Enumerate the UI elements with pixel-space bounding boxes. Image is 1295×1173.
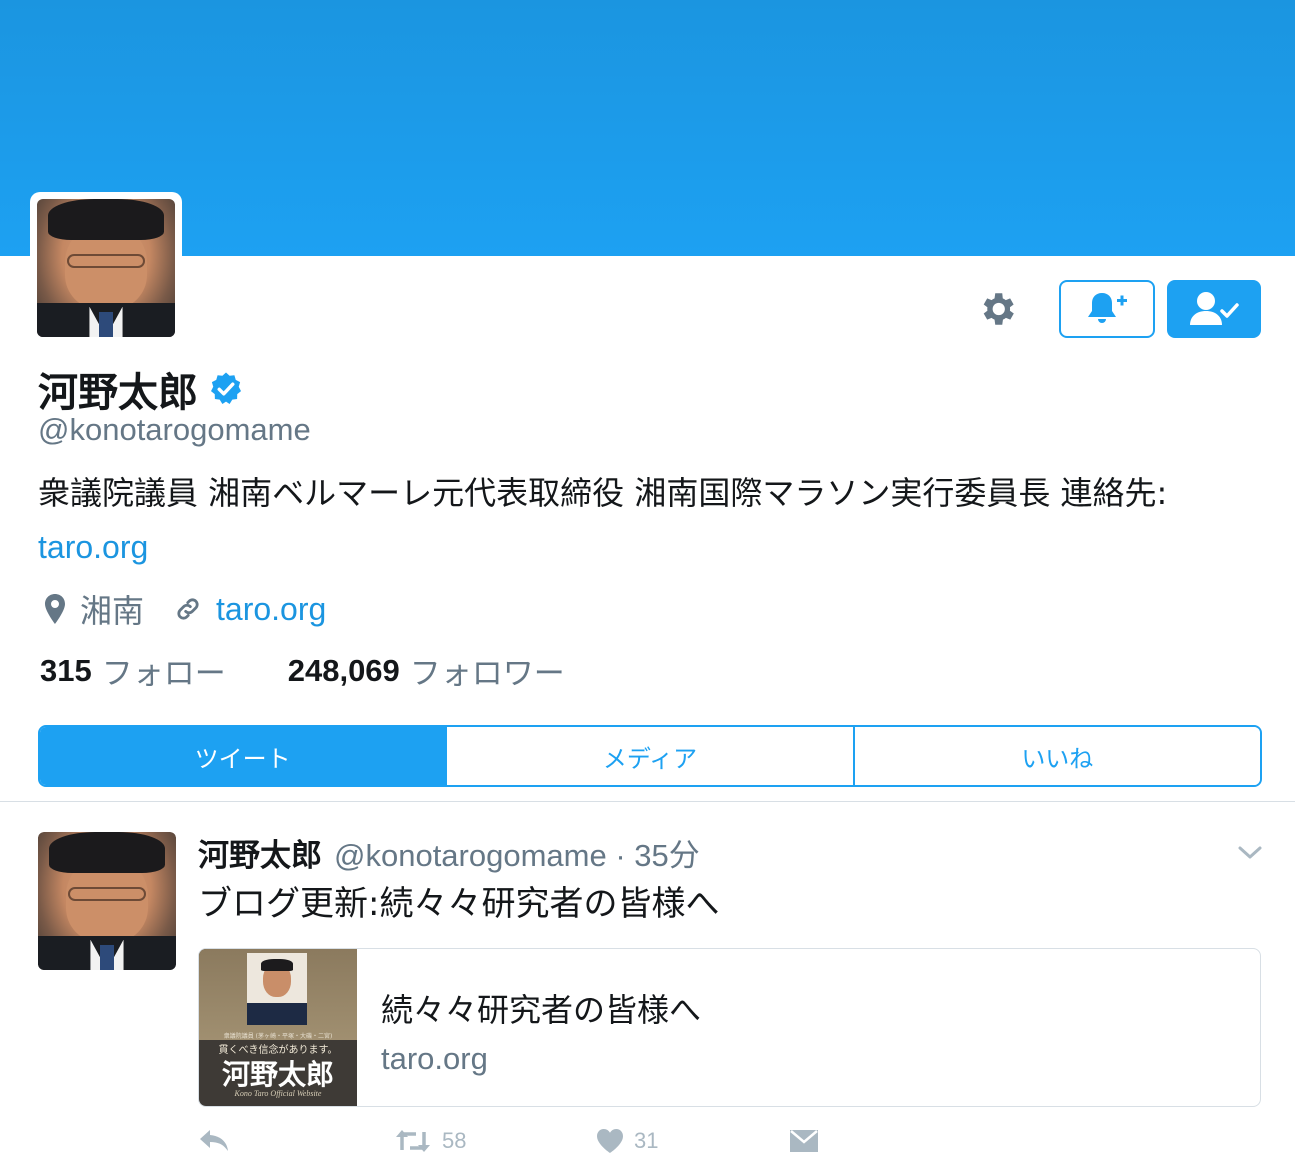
tab-likes[interactable]: いいね <box>854 727 1260 785</box>
chevron-down-icon[interactable] <box>1237 842 1263 862</box>
profile-bio: 衆議院議員 湘南ベルマーレ元代表取締役 湘南国際マラソン実行委員長 連絡先: t… <box>38 466 1258 574</box>
tweet-actions: 58 31 <box>198 1128 820 1154</box>
tweet-author-name[interactable]: 河野太郎 <box>198 830 322 875</box>
profile-banner <box>0 0 1295 256</box>
bio-text: 衆議院議員 湘南ベルマーレ元代表取締役 湘南国際マラソン実行委員長 連絡先: <box>38 474 1168 512</box>
following-button[interactable] <box>1167 280 1261 338</box>
profile-tabs: ツイート メディア いいね <box>38 725 1262 787</box>
tweet-text: ブログ更新:続々々研究者の皆様へ <box>198 884 720 924</box>
like-button[interactable]: 31 <box>596 1128 788 1154</box>
settings-button[interactable] <box>969 281 1025 337</box>
avatar-photo <box>37 199 175 337</box>
reply-button[interactable] <box>198 1128 394 1154</box>
retweet-button[interactable]: 58 <box>394 1128 596 1154</box>
thumb-footer: Kono Taro Official Website <box>234 1089 322 1098</box>
envelope-icon <box>790 1130 818 1152</box>
thumb-line1: 衆議院議員 (茅ヶ崎・平塚・大磯・二宮) <box>223 1033 333 1040</box>
followers-label[interactable]: フォロワー <box>410 648 565 693</box>
card-thumbnail: 衆議院議員 (茅ヶ崎・平塚・大磯・二宮) 貫くべき信念があります。 河野太郎 K… <box>199 949 357 1106</box>
profile-website[interactable]: taro.org <box>174 591 326 628</box>
tweet[interactable]: 河野太郎 @konotarogomame · 35分 ブログ更新:続々々研究者の… <box>0 802 1295 1173</box>
retweet-count: 58 <box>442 1128 467 1153</box>
profile-meta: 湘南 taro.org <box>44 586 356 632</box>
reply-icon <box>200 1130 228 1151</box>
location-text: 湘南 <box>80 592 145 630</box>
notifications-button[interactable] <box>1059 280 1155 338</box>
heart-icon <box>597 1129 623 1153</box>
tab-media[interactable]: メディア <box>447 727 855 785</box>
profile-stats: 315 フォロー 248,069 フォロワー <box>40 648 627 693</box>
card-body: 続々々研究者の皆様へ taro.org <box>357 949 701 1106</box>
tweet-avatar[interactable] <box>38 832 176 970</box>
website-link[interactable]: taro.org <box>216 591 326 628</box>
following-count[interactable]: 315 <box>40 653 92 689</box>
following-label[interactable]: フォロー <box>102 648 226 693</box>
user-check-icon <box>1190 292 1239 325</box>
thumb-name: 河野太郎 <box>221 1058 334 1091</box>
gear-icon <box>983 293 1014 325</box>
location-pin-icon <box>45 594 65 624</box>
tweet-handle-time: @konotarogomame · 35分 <box>334 838 700 873</box>
profile-actions <box>969 280 1261 338</box>
avatar-photo <box>38 832 176 970</box>
profile-name-row: 河野太郎 <box>38 360 244 418</box>
direct-message-button[interactable] <box>788 1128 820 1154</box>
verified-badge-icon <box>211 372 241 404</box>
link-card[interactable]: 衆議院議員 (茅ヶ崎・平塚・大磯・二宮) 貫くべき信念があります。 河野太郎 K… <box>198 948 1261 1107</box>
profile-page: 河野太郎 @konotarogomame 衆議院議員 湘南ベルマーレ元代表取締役… <box>0 0 1295 1173</box>
followers-count[interactable]: 248,069 <box>288 653 400 689</box>
link-icon <box>177 598 199 620</box>
retweet-icon <box>396 1130 430 1152</box>
card-title: 続々々研究者の皆様へ <box>381 991 702 1029</box>
like-count: 31 <box>634 1128 659 1153</box>
profile-location: 湘南 <box>44 586 144 632</box>
profile-avatar[interactable] <box>30 192 182 344</box>
profile-handle: @konotarogomame <box>38 412 311 447</box>
tab-tweets[interactable]: ツイート <box>40 727 448 785</box>
tweet-header: 河野太郎 @konotarogomame · 35分 <box>198 830 700 875</box>
card-domain: taro.org <box>381 1041 488 1076</box>
profile-name: 河野太郎 <box>38 370 198 416</box>
bell-plus-icon <box>1088 293 1127 323</box>
bio-link[interactable]: taro.org <box>38 529 148 565</box>
